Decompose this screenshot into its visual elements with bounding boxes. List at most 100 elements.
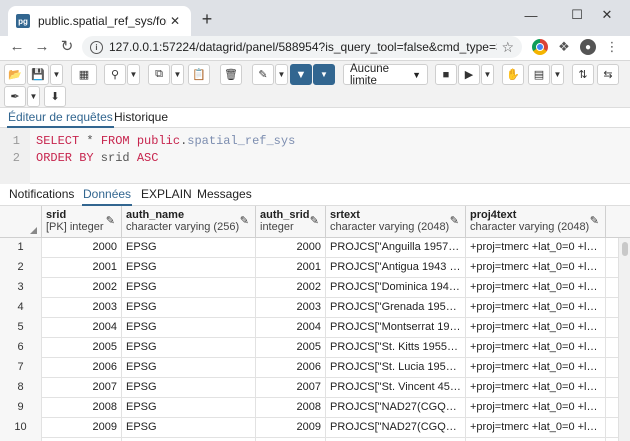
cell-srid[interactable]: 2009 [42, 418, 122, 438]
back-arrow-icon[interactable]: ← [6, 36, 28, 58]
row-number[interactable]: 1 [0, 238, 42, 258]
cell-proj4text[interactable]: +proj=tmerc +lat_0=0 +lon_0=-6... [466, 238, 606, 258]
cell-auth-srid[interactable]: 2007 [256, 378, 326, 398]
row-limit-select[interactable]: Aucune limite ▼ [343, 63, 428, 87]
cell-auth-name[interactable]: EPSG [122, 298, 256, 318]
cell-srid[interactable]: 2000 [42, 238, 122, 258]
open-file-icon[interactable]: 📂 [4, 64, 26, 85]
row-number[interactable]: 6 [0, 338, 42, 358]
cell-auth-srid[interactable]: 2008 [256, 398, 326, 418]
column-header-auth-name[interactable]: auth_name character varying (256) ✎ [122, 206, 256, 238]
browser-tab[interactable]: pg public.spatial_ref_sys/formation/p ✕ [8, 6, 191, 36]
close-window-icon[interactable]: ✕ [584, 0, 630, 30]
table-row[interactable]: 92008EPSG2008PROJCS["NAD27(CGQ77) / SCo.… [0, 398, 630, 418]
row-number[interactable]: 4 [0, 298, 42, 318]
explain-analyze-icon[interactable]: ▤ [528, 64, 550, 85]
cell-srid[interactable]: 2007 [42, 378, 122, 398]
cell-auth-name[interactable]: EPSG [122, 238, 256, 258]
cell-auth-name[interactable]: EPSG [122, 258, 256, 278]
tab-data[interactable]: Données [82, 184, 133, 206]
cell-auth-srid[interactable]: 2004 [256, 318, 326, 338]
commit-icon[interactable]: ⇅ [572, 64, 594, 85]
close-tab-icon[interactable]: ✕ [167, 14, 183, 28]
cell-auth-name[interactable]: EPSG [122, 358, 256, 378]
column-header-proj4text[interactable]: proj4text character varying (2048) ✎ [466, 206, 606, 238]
edit-icon[interactable]: ✎ [252, 64, 274, 85]
extensions-puzzle-icon[interactable]: ❖ [556, 39, 572, 55]
column-header-srid[interactable]: srid [PK] integer ✎ [42, 206, 122, 238]
table-row[interactable]: 22001EPSG2001PROJCS["Antigua 1943 / Brit… [0, 258, 630, 278]
code-line-2[interactable]: ORDER BY srid ASC [36, 151, 158, 165]
cell-auth-name[interactable]: EPSG [122, 338, 256, 358]
forward-arrow-icon[interactable]: → [31, 36, 53, 58]
table-row[interactable]: 32002EPSG2002PROJCS["Dominica 1945 / Bri… [0, 278, 630, 298]
row-number[interactable]: 8 [0, 378, 42, 398]
cell-srtext[interactable]: PROJCS["Antigua 1943 / British... [326, 258, 466, 278]
cell-proj4text[interactable]: +proj=tmerc +lat_0=0 +lon_0=-5... [466, 398, 606, 418]
table-row[interactable]: 52004EPSG2004PROJCS["Montserrat 1958 / B… [0, 318, 630, 338]
explain-dropdown-icon[interactable]: ▼ [551, 64, 564, 85]
cell-auth-name[interactable]: EPSG [122, 378, 256, 398]
cell-srtext[interactable]: PROJCS["Montserrat 1958 / Bri... [326, 318, 466, 338]
table-row[interactable]: 12000EPSG2000PROJCS["Anguilla 1957 / Bri… [0, 238, 630, 258]
row-number[interactable]: 7 [0, 358, 42, 378]
tab-messages[interactable]: Messages [196, 184, 253, 206]
cell-auth-name[interactable]: EPSG [122, 398, 256, 418]
cell-srtext[interactable]: PROJCS["NAD27(CGQ77) / SCo... [326, 398, 466, 418]
cell-srtext[interactable]: PROJCS["Grenada 1953 / Britis... [326, 298, 466, 318]
table-row[interactable]: 62005EPSG2005PROJCS["St. Kitts 1955 / Br… [0, 338, 630, 358]
minimize-window-icon[interactable]: — [508, 0, 554, 30]
cell-srtext[interactable]: PROJCS["Anguilla 1957 / British... [326, 238, 466, 258]
rollback-icon[interactable]: ⇆ [597, 64, 619, 85]
cell-srid[interactable]: 2006 [42, 358, 122, 378]
url-omnibox[interactable]: i 127.0.0.1:57224/datagrid/panel/588954?… [82, 36, 522, 58]
cell-auth-srid[interactable]: 2006 [256, 358, 326, 378]
stop-icon[interactable]: ■ [435, 64, 457, 85]
download-icon[interactable]: ⬇ [44, 86, 66, 107]
execute-icon[interactable]: ▶ [458, 64, 480, 85]
cell-proj4text[interactable]: +proj=tmerc +lat_0=0 +lon_0=-6... [466, 338, 606, 358]
clear-dropdown-icon[interactable]: ▼ [27, 86, 40, 107]
execute-dropdown-icon[interactable]: ▼ [481, 64, 494, 85]
tab-query-editor[interactable]: Éditeur de requêtes [7, 108, 114, 128]
table-row[interactable]: 82007EPSG2007PROJCS["St. Vincent 45 / Br… [0, 378, 630, 398]
row-number[interactable]: 9 [0, 398, 42, 418]
cell-proj4text[interactable]: +proj=tmerc +lat_0=0 +lon_0=-6... [466, 418, 606, 438]
site-info-icon[interactable]: i [90, 40, 103, 54]
cell-auth-srid[interactable]: 2000 [256, 238, 326, 258]
cell-srtext[interactable]: PROJCS["Dominica 1945 / Briti... [326, 278, 466, 298]
vertical-scrollbar[interactable] [618, 238, 630, 441]
bookmark-star-icon[interactable]: ☆ [501, 39, 514, 56]
url-text[interactable]: 127.0.0.1:57224/datagrid/panel/588954?is… [109, 40, 497, 54]
tab-explain[interactable]: EXPLAIN [140, 184, 193, 206]
save-dropdown-icon[interactable]: ▼ [50, 64, 63, 85]
cell-auth-srid[interactable]: 2001 [256, 258, 326, 278]
cell-proj4text[interactable]: +proj=tmerc +lat_0=0 +lon_0=-6... [466, 318, 606, 338]
row-number[interactable]: 2 [0, 258, 42, 278]
cell-srid[interactable]: 2004 [42, 318, 122, 338]
cell-srtext[interactable]: PROJCS["St. Vincent 45 / Britis... [326, 378, 466, 398]
paste-icon[interactable]: 📋 [188, 64, 210, 85]
table-row[interactable]: 42003EPSG2003PROJCS["Grenada 1953 / Brit… [0, 298, 630, 318]
chrome-extension-icon[interactable] [532, 39, 548, 55]
cell-srtext[interactable]: PROJCS["St. Lucia 1955 / Britis... [326, 358, 466, 378]
cell-srid[interactable]: 2001 [42, 258, 122, 278]
copy-dropdown-icon[interactable]: ▼ [171, 64, 184, 85]
table-row[interactable]: 102009EPSG2009PROJCS["NAD27(CGQ77) / SCo… [0, 418, 630, 438]
cell-srid[interactable]: 2008 [42, 398, 122, 418]
column-header-srtext[interactable]: srtext character varying (2048) ✎ [326, 206, 466, 238]
tab-history[interactable]: Historique [113, 108, 169, 128]
copy-icon[interactable]: ⧉ [148, 64, 170, 85]
cell-srtext[interactable]: PROJCS["St. Kitts 1955 / Britis... [326, 338, 466, 358]
cell-auth-name[interactable]: EPSG [122, 418, 256, 438]
row-number[interactable]: 5 [0, 318, 42, 338]
filter-icon[interactable]: ▼ [290, 64, 312, 85]
cell-auth-srid[interactable]: 2009 [256, 418, 326, 438]
row-number[interactable]: 3 [0, 278, 42, 298]
cell-proj4text[interactable]: +proj=tmerc +lat_0=0 +lon_0=-6... [466, 358, 606, 378]
cell-proj4text[interactable]: +proj=tmerc +lat_0=0 +lon_0=-6... [466, 378, 606, 398]
sql-editor[interactable]: 1 2 SELECT * FROM public.spatial_ref_sys… [0, 128, 630, 184]
scrollbar-thumb[interactable] [622, 242, 628, 256]
row-number[interactable]: 10 [0, 418, 42, 438]
cell-srid[interactable]: 2002 [42, 278, 122, 298]
